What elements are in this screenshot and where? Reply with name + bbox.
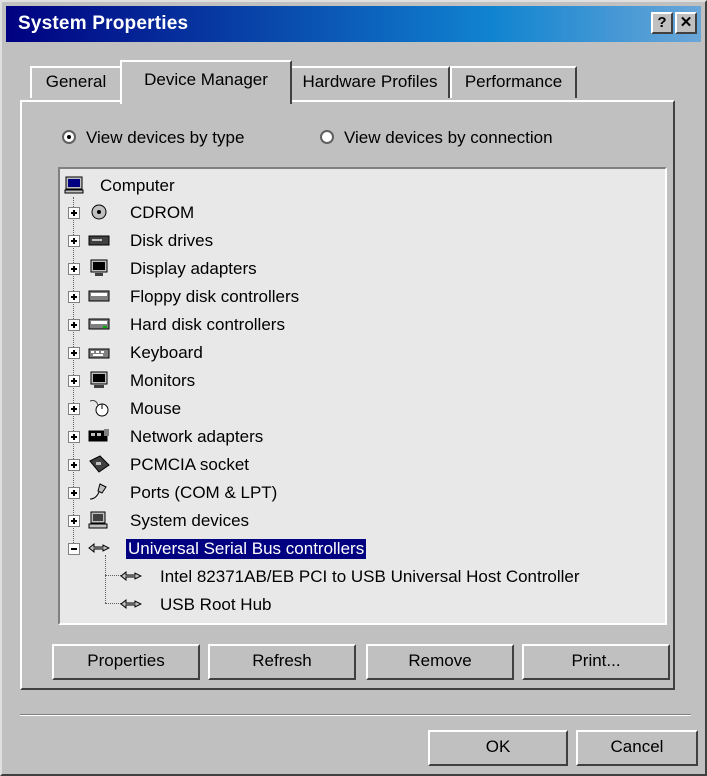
usb-icon xyxy=(120,570,142,582)
tree-node-pcmcia-socket[interactable]: PCMCIA socket xyxy=(64,453,364,477)
tree-node-display-adapters[interactable]: Display adapters xyxy=(64,257,364,281)
tree-node-usb-root-hub[interactable]: USB Root Hub xyxy=(120,593,420,617)
remove-button[interactable]: Remove xyxy=(366,644,514,680)
cancel-button[interactable]: Cancel xyxy=(576,730,698,766)
tree-node-cdrom[interactable]: CDROM xyxy=(64,201,364,225)
keyboard-icon xyxy=(88,348,110,359)
print-button[interactable]: Print... xyxy=(522,644,670,680)
system-device-icon xyxy=(88,511,108,529)
network-adapter-icon xyxy=(88,429,109,442)
tree-node-disk-drives[interactable]: Disk drives xyxy=(64,229,364,253)
help-icon: ? xyxy=(657,14,667,31)
device-tree[interactable]: Computer CDROM Disk drives Display adapt… xyxy=(58,167,667,625)
radio-view-by-type[interactable] xyxy=(62,130,76,144)
tree-node-ports[interactable]: Ports (COM & LPT) xyxy=(64,481,364,505)
close-icon: ✕ xyxy=(679,14,693,31)
expand-icon[interactable] xyxy=(68,487,80,499)
expand-icon[interactable] xyxy=(68,347,80,359)
tree-node-system-devices[interactable]: System devices xyxy=(64,509,364,533)
tab-performance[interactable]: Performance xyxy=(450,66,577,98)
pcmcia-icon xyxy=(89,455,110,473)
title-bar[interactable]: System Properties ? ✕ xyxy=(6,6,701,42)
radio-view-by-connection[interactable] xyxy=(320,130,334,144)
expand-icon[interactable] xyxy=(68,291,80,303)
usb-icon xyxy=(120,598,142,610)
monitor-icon xyxy=(90,371,108,388)
port-icon xyxy=(89,483,107,500)
tree-node-usb-host-controller[interactable]: Intel 82371AB/EB PCI to USB Universal Ho… xyxy=(120,565,660,589)
tree-node-floppy-disk-controllers[interactable]: Floppy disk controllers xyxy=(64,285,364,309)
tab-general[interactable]: General xyxy=(30,66,122,98)
tab-device-manager[interactable]: Device Manager xyxy=(120,60,292,104)
expand-icon[interactable] xyxy=(68,263,80,275)
tree-connector xyxy=(105,555,106,603)
expand-icon[interactable] xyxy=(68,515,80,527)
expand-icon[interactable] xyxy=(68,431,80,443)
tree-node-hard-disk-controllers[interactable]: Hard disk controllers xyxy=(64,313,364,337)
close-button[interactable]: ✕ xyxy=(675,12,697,34)
ok-button[interactable]: OK xyxy=(428,730,568,766)
cdrom-icon xyxy=(91,204,107,220)
floppy-controller-icon xyxy=(88,290,110,302)
tree-node-network-adapters[interactable]: Network adapters xyxy=(64,425,364,449)
view-by-connection-option[interactable]: View devices by connection xyxy=(320,128,553,148)
expand-icon[interactable] xyxy=(68,403,80,415)
system-properties-window: System Properties ? ✕ General Device Man… xyxy=(0,0,707,776)
tree-node-keyboard[interactable]: Keyboard xyxy=(64,341,364,365)
disk-drive-icon xyxy=(88,235,110,246)
tree-node-monitors[interactable]: Monitors xyxy=(64,369,364,393)
expand-icon[interactable] xyxy=(68,459,80,471)
expand-icon[interactable] xyxy=(68,235,80,247)
tab-hardware-profiles[interactable]: Hardware Profiles xyxy=(290,66,450,98)
computer-icon xyxy=(64,176,84,194)
tree-node-mouse[interactable]: Mouse xyxy=(64,397,364,421)
hard-disk-controller-icon xyxy=(88,318,110,330)
window-title: System Properties xyxy=(18,13,189,34)
help-button[interactable]: ? xyxy=(651,12,673,34)
properties-button[interactable]: Properties xyxy=(52,644,200,680)
expand-icon[interactable] xyxy=(68,375,80,387)
tree-node-usb-controllers[interactable]: Universal Serial Bus controllers xyxy=(64,537,464,561)
mouse-icon xyxy=(89,400,109,417)
view-by-type-option[interactable]: View devices by type xyxy=(62,128,244,148)
expand-icon[interactable] xyxy=(68,207,80,219)
divider xyxy=(20,714,691,716)
collapse-icon[interactable] xyxy=(68,543,80,555)
refresh-button[interactable]: Refresh xyxy=(208,644,356,680)
display-adapter-icon xyxy=(90,259,108,276)
tree-node-computer[interactable]: Computer xyxy=(64,174,264,198)
expand-icon[interactable] xyxy=(68,319,80,331)
usb-icon xyxy=(88,542,110,554)
